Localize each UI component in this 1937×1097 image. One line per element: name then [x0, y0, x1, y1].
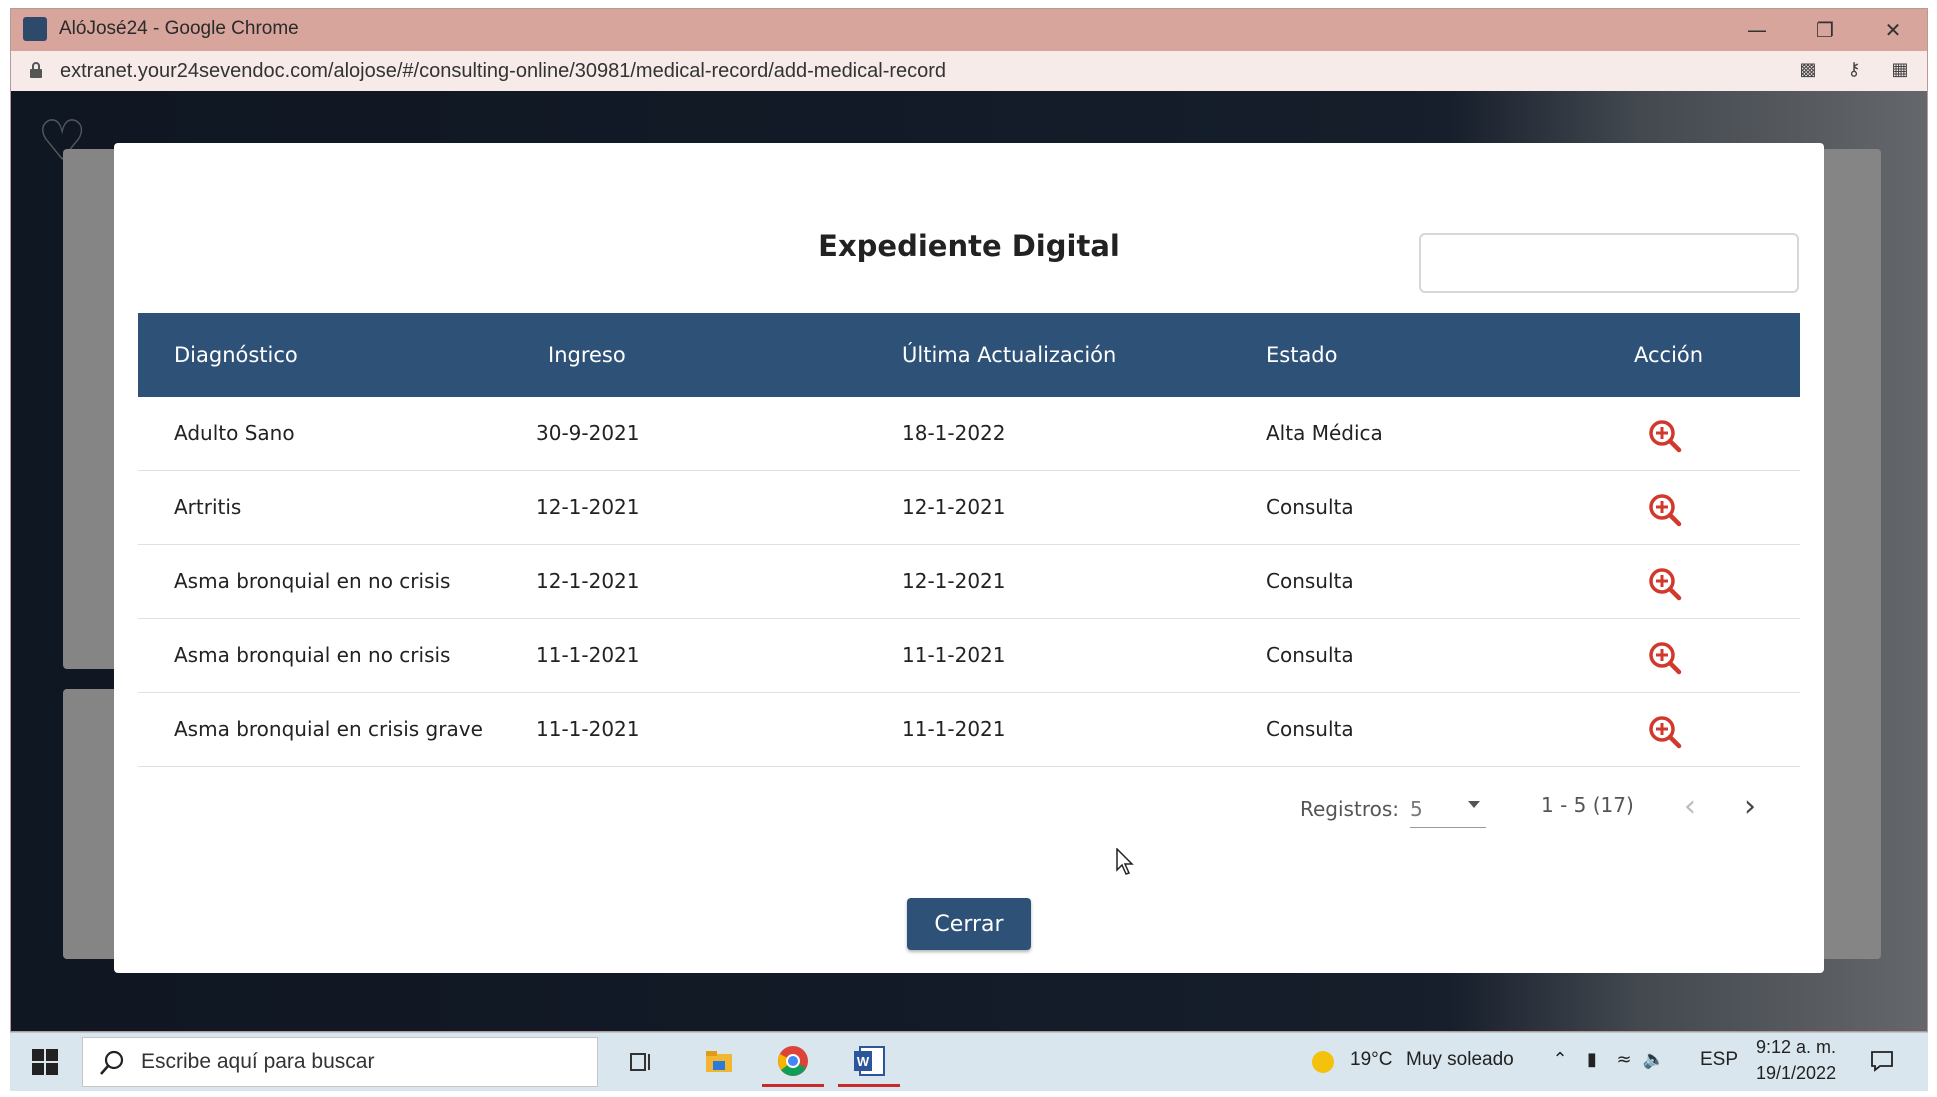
svg-text:W: W	[857, 1054, 870, 1069]
search-icon	[100, 1050, 124, 1075]
table-row: Artritis 12-1-2021 12-1-2021 Consulta	[138, 471, 1800, 545]
address-bar[interactable]: extranet.your24sevendoc.com/alojose/#/co…	[11, 51, 1927, 92]
caret-down-icon	[1468, 801, 1480, 808]
cell-diagnostico: Asma bronquial en crisis grave	[174, 717, 483, 741]
clock-date[interactable]: 19/1/2022	[1756, 1063, 1836, 1084]
lock-icon	[30, 62, 42, 78]
restore-icon[interactable]: ❐	[1791, 9, 1859, 51]
records-table: Diagnóstico Ingreso Última Actualización…	[138, 313, 1800, 767]
cell-ingreso: 12-1-2021	[536, 495, 640, 519]
translate-icon[interactable]: ▦	[1887, 59, 1913, 83]
cell-estado: Alta Médica	[1266, 421, 1383, 445]
close-button[interactable]: Cerrar	[907, 898, 1031, 950]
cell-diagnostico: Asma bronquial en no crisis	[174, 643, 451, 667]
url-text[interactable]: extranet.your24sevendoc.com/alojose/#/co…	[60, 60, 946, 83]
chevron-up-icon[interactable]: ⌃	[1548, 1049, 1572, 1073]
title-bar: AlóJosé24 - Google Chrome — ❐ ✕	[11, 9, 1927, 51]
column-header-actualizacion[interactable]: Última Actualización	[902, 313, 1116, 397]
window-title: AlóJosé24 - Google Chrome	[59, 18, 299, 39]
page-size-value: 5	[1410, 797, 1423, 821]
word-icon[interactable]: W	[838, 1037, 900, 1087]
task-view-icon[interactable]	[610, 1037, 672, 1087]
search-input[interactable]	[1419, 233, 1799, 293]
sun-weather-icon[interactable]	[1308, 1047, 1338, 1077]
table-row: Adulto Sano 30-9-2021 18-1-2022 Alta Méd…	[138, 397, 1800, 471]
cell-diagnostico: Artritis	[174, 495, 242, 519]
page-range: 1 - 5 (17)	[1541, 793, 1634, 817]
cell-actualizacion: 11-1-2021	[902, 717, 1006, 741]
column-header-ingreso[interactable]: Ingreso	[548, 313, 626, 397]
zoom-in-icon[interactable]	[1648, 641, 1682, 675]
cell-diagnostico: Adulto Sano	[174, 421, 295, 445]
cell-estado: Consulta	[1266, 717, 1354, 741]
page-size-select[interactable]: 5	[1410, 791, 1486, 828]
zoom-in-icon[interactable]	[1648, 493, 1682, 527]
key-icon[interactable]: ⚷	[1841, 59, 1867, 83]
minimize-icon[interactable]: —	[1723, 9, 1791, 51]
page-size-label: Registros:	[1300, 797, 1399, 821]
cell-actualizacion: 18-1-2022	[902, 421, 1006, 445]
battery-icon[interactable]: ▮	[1580, 1049, 1604, 1073]
column-header-accion: Acción	[1634, 343, 1704, 367]
expediente-modal: Expediente Digital Diagnóstico Ingreso Ú…	[114, 143, 1824, 973]
close-window-icon[interactable]: ✕	[1859, 9, 1927, 51]
windows-start-icon[interactable]	[32, 1049, 58, 1075]
zoom-in-icon[interactable]	[1648, 715, 1682, 749]
zoom-in-icon[interactable]	[1648, 567, 1682, 601]
table-header: Diagnóstico Ingreso Última Actualización…	[138, 313, 1800, 397]
file-explorer-icon[interactable]	[688, 1037, 750, 1087]
cell-ingreso: 11-1-2021	[536, 643, 640, 667]
wifi-icon[interactable]: ≈	[1612, 1049, 1636, 1073]
site-favicon-icon	[23, 17, 47, 41]
volume-icon[interactable]: 🔈	[1642, 1049, 1666, 1073]
cell-actualizacion: 12-1-2021	[902, 569, 1006, 593]
cell-ingreso: 11-1-2021	[536, 717, 640, 741]
table-row: Asma bronquial en no crisis 11-1-2021 11…	[138, 619, 1800, 693]
windows-taskbar: Escribe aquí para buscar W 19°C Muy sole…	[10, 1032, 1928, 1091]
weather-temperature[interactable]: 19°C	[1350, 1049, 1392, 1071]
zoom-in-icon[interactable]	[1648, 419, 1682, 453]
notifications-icon[interactable]	[1870, 1049, 1894, 1073]
previous-page-button[interactable]: ‹	[1672, 791, 1708, 827]
table-row: Asma bronquial en crisis grave 11-1-2021…	[138, 693, 1800, 767]
mouse-cursor-icon	[1116, 848, 1134, 875]
column-header-estado[interactable]: Estado	[1266, 313, 1338, 397]
cell-diagnostico: Asma bronquial en no crisis	[174, 569, 451, 593]
cell-actualizacion: 12-1-2021	[902, 495, 1006, 519]
next-page-button[interactable]: ›	[1732, 791, 1768, 827]
camera-icon[interactable]: ▩	[1795, 59, 1821, 83]
language-indicator[interactable]: ESP	[1700, 1049, 1738, 1071]
table-row: Asma bronquial en no crisis 12-1-2021 12…	[138, 545, 1800, 619]
chrome-icon[interactable]	[762, 1037, 824, 1087]
cell-estado: Consulta	[1266, 643, 1354, 667]
cell-ingreso: 30-9-2021	[536, 421, 640, 445]
weather-description[interactable]: Muy soleado	[1406, 1049, 1514, 1071]
cell-estado: Consulta	[1266, 495, 1354, 519]
cell-estado: Consulta	[1266, 569, 1354, 593]
paginator: Registros: 5 1 - 5 (17) ‹ ›	[114, 791, 1824, 831]
clock-time[interactable]: 9:12 a. m.	[1756, 1037, 1836, 1058]
cell-ingreso: 12-1-2021	[536, 569, 640, 593]
column-header-diagnostico[interactable]: Diagnóstico	[174, 313, 298, 397]
cell-actualizacion: 11-1-2021	[902, 643, 1006, 667]
taskbar-search-box[interactable]: Escribe aquí para buscar	[82, 1037, 598, 1087]
taskbar-search-placeholder: Escribe aquí para buscar	[141, 1050, 375, 1073]
